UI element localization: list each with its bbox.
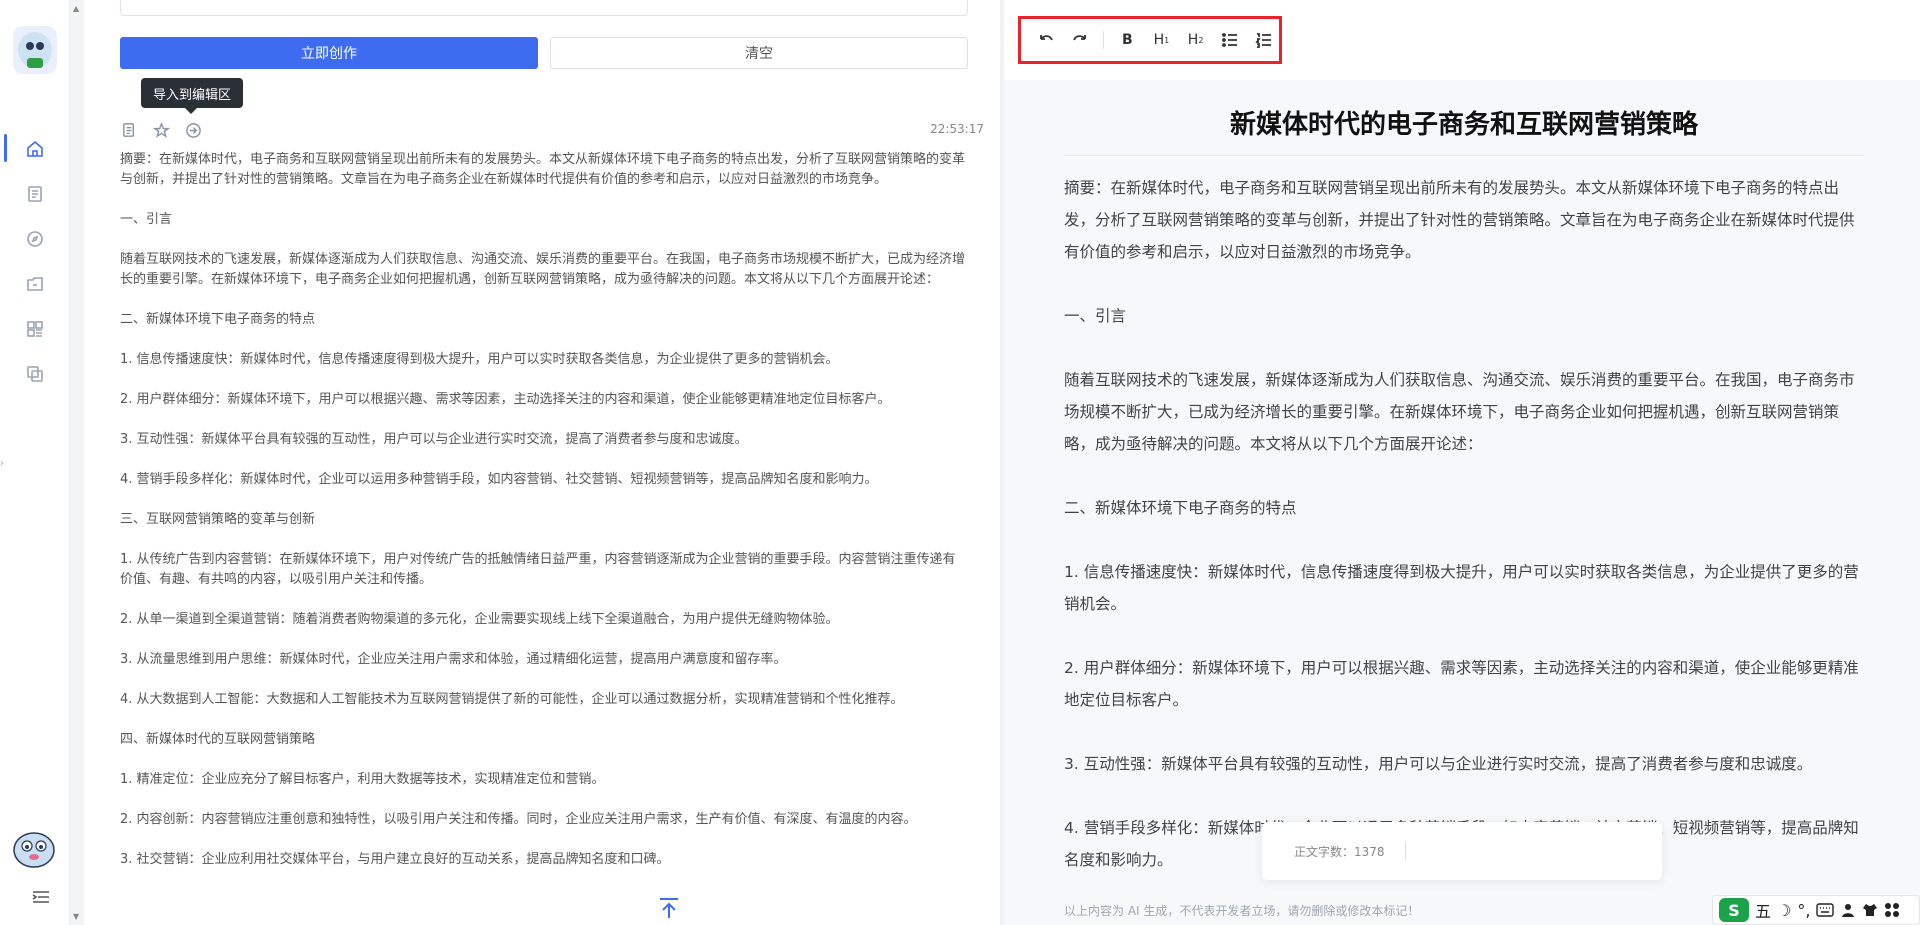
create-button[interactable]: 立即创作	[120, 37, 538, 69]
result-timestamp: 22:53:17	[930, 122, 984, 136]
word-count-label: 正文字数：1378	[1294, 844, 1385, 859]
bold-label: B	[1121, 32, 1133, 48]
result-paragraph: 摘要：在新媒体时代，电子商务和互联网营销呈现出前所未有的发展势头。本文从新媒体环…	[120, 152, 966, 187]
result-paragraph: 2. 用户群体细分：新媒体环境下，用户可以根据兴趣、需求等因素，主动选择关注的内…	[120, 392, 891, 407]
toolbar-divider	[1103, 31, 1105, 49]
apps-icon[interactable]	[24, 318, 46, 340]
nav-active-indicator	[4, 134, 7, 162]
result-paragraph: 2. 内容创新：内容营销应注重创意和独特性，以吸引用户关注和传播。同时，企业应关…	[120, 812, 917, 827]
heading2-label: H	[1187, 32, 1199, 48]
heading2-button[interactable]: H2	[1181, 26, 1211, 54]
heading1-sub: 1	[1164, 35, 1170, 45]
document-paragraph[interactable]: 一、引言	[1064, 300, 1864, 332]
result-paragraph: 1. 精准定位：企业应充分了解目标客户，利用大数据等技术，实现精准定位和营销。	[120, 772, 605, 787]
clear-button[interactable]: 清空	[550, 37, 968, 69]
word-count-divider	[1404, 842, 1406, 860]
result-paragraph: 四、新媒体时代的互联网营销策略	[120, 732, 316, 747]
result-paragraph: 4. 从大数据到人工智能：大数据和人工智能技术为互联网营销提供了新的可能性，企业…	[120, 692, 904, 707]
avatar-shirt	[27, 58, 43, 68]
result-paragraph: 4. 营销手段多样化：新媒体时代，企业可以运用多种营销手段，如内容营销、社交营销…	[120, 472, 878, 487]
generation-panel: 立即创作 清空 导入到编辑区 22:53:17 摘要：在新媒体时代，电子商务和互…	[84, 0, 1000, 925]
result-paragraph: 一、引言	[120, 212, 173, 227]
document-title[interactable]: 新媒体时代的电子商务和互联网营销策略	[1064, 104, 1864, 156]
back-to-top-icon[interactable]	[657, 896, 681, 920]
import-icon[interactable]	[184, 121, 202, 139]
scroll-up-icon[interactable]: ▲	[73, 4, 79, 13]
document-paragraph[interactable]: 2. 用户群体细分：新媒体环境下，用户可以根据兴趣、需求等因素，主动选择关注的内…	[1064, 652, 1864, 716]
star-icon[interactable]	[152, 121, 170, 139]
result-paragraph: 3. 互动性强：新媒体平台具有较强的互动性，用户可以与企业进行实时交流，提高了消…	[120, 432, 748, 447]
result-paragraph: 二、新媒体环境下电子商务的特点	[120, 312, 316, 327]
result-paragraph: 3. 从流量思维到用户思维：新媒体时代，企业应关注用户需求和体验，通过精细化运营…	[120, 652, 787, 667]
result-actions	[120, 121, 202, 139]
result-paragraph: 1. 信息传播速度快：新媒体时代，信息传播速度得到极大提升，用户可以实时获取各类…	[120, 352, 839, 367]
bold-button[interactable]: B	[1112, 26, 1142, 54]
ime-toolbar[interactable]: S 五 ☽ °,	[1712, 895, 1920, 925]
document-paragraph[interactable]: 3. 互动性强：新媒体平台具有较强的互动性，用户可以与企业进行实时交流，提高了消…	[1064, 748, 1864, 780]
editor-panel: B H1 H2 新媒体时代的电子商务和互联网营销策略 摘要：在新媒体时代，电子商…	[1004, 0, 1920, 925]
ime-moon-icon[interactable]: ☽	[1777, 901, 1791, 920]
undo-icon[interactable]	[1031, 26, 1061, 54]
folder-icon[interactable]	[24, 273, 46, 295]
document-icon[interactable]	[24, 183, 46, 205]
skin-icon[interactable]	[1862, 902, 1878, 918]
left-scrollbar[interactable]: ▲ ▼	[70, 0, 84, 925]
home-icon[interactable]	[24, 138, 46, 160]
user-avatar[interactable]	[13, 26, 57, 74]
heading1-label: H	[1153, 32, 1165, 48]
document-paragraph[interactable]: 随着互联网技术的飞速发展，新媒体逐渐成为人们获取信息、沟通交流、娱乐消费的重要平…	[1064, 364, 1864, 460]
grid-icon[interactable]	[1884, 902, 1900, 918]
heading1-button[interactable]: H1	[1146, 26, 1176, 54]
keyboard-icon[interactable]	[1816, 903, 1835, 917]
prompt-input[interactable]	[120, 0, 968, 16]
user-icon[interactable]	[1840, 902, 1856, 918]
import-tooltip: 导入到编辑区	[141, 78, 244, 114]
result-paragraph: 2. 从单一渠道到全渠道营销：随着消费者购物渠道的多元化，企业需要实现线上线下全…	[120, 612, 839, 627]
redo-icon[interactable]	[1065, 26, 1095, 54]
result-paragraph: 1. 从传统广告到内容营销：在新媒体环境下，用户对传统广告的抵触情绪日益严重，内…	[120, 552, 956, 587]
word-count-bar: 正文字数：1378	[1262, 822, 1662, 880]
compass-icon[interactable]	[24, 228, 46, 250]
document-paragraph[interactable]: 摘要：在新媒体时代，电子商务和互联网营销呈现出前所未有的发展势头。本文从新媒体环…	[1064, 172, 1864, 268]
mascot-icon[interactable]	[10, 826, 58, 870]
document-body[interactable]: 摘要：在新媒体时代，电子商务和互联网营销呈现出前所未有的发展势头。本文从新媒体环…	[1064, 172, 1864, 876]
heading2-sub: 2	[1198, 35, 1204, 45]
result-text: 摘要：在新媒体时代，电子商务和互联网营销呈现出前所未有的发展势头。本文从新媒体环…	[120, 150, 968, 890]
scroll-down-icon[interactable]: ▼	[73, 912, 79, 921]
editor-toolbar: B H1 H2	[1018, 16, 1282, 64]
result-paragraph: 随着互联网技术的飞速发展，新媒体逐渐成为人们获取信息、沟通交流、娱乐消费的重要平…	[120, 252, 966, 287]
ime-mode[interactable]: 五	[1755, 898, 1771, 922]
document-paragraph[interactable]: 二、新媒体环境下电子商务的特点	[1064, 492, 1864, 524]
document-paragraph[interactable]: 1. 信息传播速度快：新媒体时代，信息传播速度得到极大提升，用户可以实时获取各类…	[1064, 556, 1864, 620]
copy-result-icon[interactable]	[120, 121, 138, 139]
editor-document[interactable]: 新媒体时代的电子商务和互联网营销策略 摘要：在新媒体时代，电子商务和互联网营销呈…	[1064, 80, 1864, 908]
editor-toolbar-area: B H1 H2	[1004, 0, 1920, 80]
copy-icon[interactable]	[24, 363, 46, 385]
menu-toggle-icon[interactable]	[32, 890, 50, 904]
ime-logo-icon[interactable]: S	[1719, 898, 1749, 922]
result-paragraph: 3. 社交营销：企业应利用社交媒体平台，与用户建立良好的互动关系，提高品牌知名度…	[120, 852, 670, 867]
ime-punct[interactable]: °,	[1797, 901, 1810, 920]
left-nav: ›	[0, 0, 70, 925]
bullet-list-icon[interactable]	[1215, 26, 1245, 54]
collapse-arrow-icon[interactable]: ›	[0, 458, 4, 469]
result-paragraph: 三、互联网营销策略的变革与创新	[120, 512, 316, 527]
ai-disclaimer: 以上内容为 AI 生成，不代表开发者立场，请勿删除或修改本标记！	[1064, 904, 1420, 918]
ordered-list-icon[interactable]	[1249, 26, 1279, 54]
